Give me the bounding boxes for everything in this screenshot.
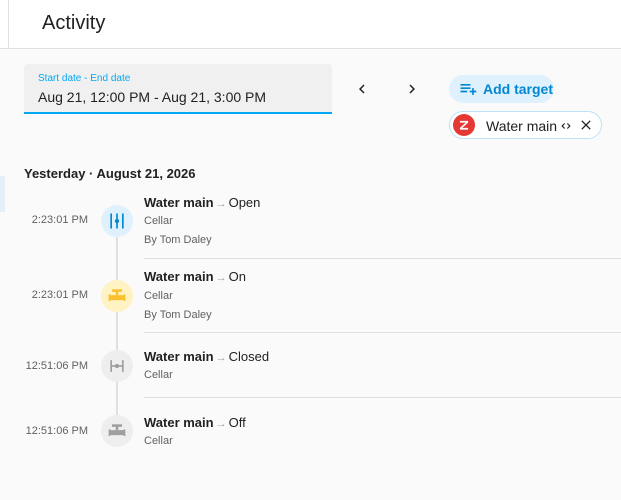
target-chip-water-main[interactable]: Water main — [449, 111, 602, 139]
entity-state: Off — [228, 415, 246, 430]
entry-title[interactable]: Water main → On — [144, 269, 246, 284]
playlist-plus-icon — [460, 84, 477, 95]
entity-state: Open — [228, 195, 261, 210]
date-range-value: Aug 21, 12:00 PM - Aug 21, 3:00 PM — [38, 89, 267, 105]
timeline-connector — [116, 381, 118, 417]
entry-time: 12:51:06 PM — [25, 360, 88, 372]
entry-divider — [144, 332, 621, 333]
entity-state: On — [228, 269, 246, 284]
transition-arrow: → — [215, 198, 227, 210]
entry-title[interactable]: Water main → Off — [144, 415, 246, 430]
add-target-label: Add target — [483, 81, 553, 97]
entity-name: Water main — [144, 195, 214, 210]
zwave-logo-icon — [453, 114, 475, 136]
next-range-button[interactable] — [397, 74, 427, 104]
entity-name: Water main — [144, 269, 214, 284]
sidebar-divider — [8, 0, 9, 48]
chevron-left-icon — [359, 84, 365, 94]
entry-area: Cellar — [144, 435, 173, 447]
date-range-label: Start date - End date — [38, 73, 131, 84]
entry-divider — [144, 397, 621, 398]
entry-time: 12:51:06 PM — [25, 425, 88, 437]
entity-name: Water main — [144, 415, 214, 430]
entry-title[interactable]: Water main → Open — [144, 195, 260, 210]
entry-divider — [144, 258, 621, 259]
expand-icon[interactable] — [559, 119, 573, 133]
entry-time: 2:23:01 PM — [31, 289, 88, 301]
date-range-picker[interactable]: Start date - End date Aug 21, 12:00 PM -… — [24, 64, 332, 114]
previous-range-button[interactable] — [347, 74, 377, 104]
transition-arrow: → — [215, 418, 227, 430]
chevron-right-icon — [409, 84, 415, 94]
entry-time: 2:23:01 PM — [31, 214, 88, 226]
add-target-button[interactable]: Add target — [449, 75, 554, 103]
sidebar-selection-edge — [0, 176, 5, 212]
app-header: Activity — [0, 0, 621, 49]
timeline-connector — [116, 236, 118, 282]
valve-open-icon[interactable] — [101, 205, 133, 237]
page-title: Activity — [42, 12, 106, 34]
entry-area: Cellar — [144, 369, 173, 381]
entity-state: Closed — [228, 349, 270, 364]
close-icon[interactable] — [578, 117, 594, 133]
pipe-valve-icon[interactable] — [101, 280, 133, 312]
entry-user: By Tom Daley — [144, 234, 212, 246]
transition-arrow: → — [215, 352, 227, 364]
target-chip-label: Water main — [486, 118, 558, 134]
pipe-valve-icon[interactable] — [101, 415, 133, 447]
entry-area: Cellar — [144, 215, 173, 227]
entry-title[interactable]: Water main → Closed — [144, 349, 269, 364]
entry-area: Cellar — [144, 290, 173, 302]
valve-closed-icon[interactable] — [101, 350, 133, 382]
entity-name: Water main — [144, 349, 214, 364]
day-header: Yesterday · August 21, 2026 — [24, 166, 196, 181]
transition-arrow: → — [215, 272, 227, 284]
entry-user: By Tom Daley — [144, 309, 212, 321]
timeline-connector — [116, 310, 118, 352]
